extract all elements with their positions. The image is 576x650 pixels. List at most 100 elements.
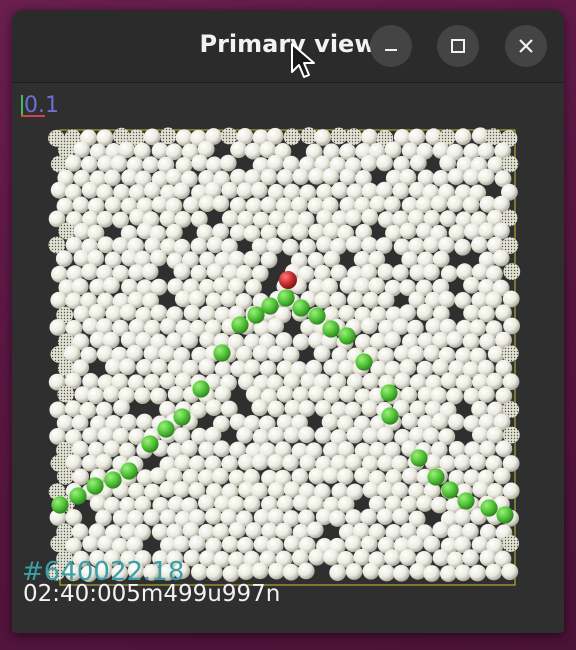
particle bbox=[95, 453, 113, 471]
particle bbox=[64, 400, 82, 417]
path-particle bbox=[51, 496, 69, 514]
boundary-particle bbox=[454, 128, 472, 146]
particle bbox=[104, 196, 122, 214]
particle bbox=[173, 182, 190, 200]
app-window: Primary view 0.1 #640022.18 02:40:005m49… bbox=[12, 10, 564, 633]
boundary-particle bbox=[55, 250, 73, 267]
particle bbox=[454, 238, 472, 256]
path-particle bbox=[427, 468, 445, 486]
particle bbox=[81, 263, 98, 281]
particle bbox=[353, 548, 371, 566]
particle bbox=[314, 427, 332, 444]
particle bbox=[423, 263, 440, 281]
particle bbox=[167, 386, 185, 403]
particle bbox=[362, 291, 380, 309]
boundary-particle bbox=[57, 385, 75, 403]
particle bbox=[181, 440, 198, 457]
particle bbox=[377, 426, 394, 444]
particle bbox=[454, 454, 471, 471]
particle bbox=[463, 168, 481, 186]
particle bbox=[251, 562, 269, 580]
particle bbox=[384, 331, 401, 349]
particle bbox=[212, 467, 229, 485]
particle bbox=[136, 413, 153, 431]
particle bbox=[119, 304, 137, 321]
particle bbox=[183, 196, 200, 214]
path-particle bbox=[480, 499, 498, 517]
boundary-particle bbox=[361, 128, 378, 146]
boundary-particle bbox=[501, 563, 519, 581]
maximize-button[interactable] bbox=[437, 25, 479, 67]
particle bbox=[220, 290, 238, 308]
particle bbox=[399, 549, 417, 566]
particle bbox=[423, 535, 441, 553]
particle bbox=[173, 535, 190, 553]
particle bbox=[329, 510, 346, 527]
particle bbox=[360, 317, 378, 335]
particle bbox=[245, 278, 262, 296]
path-particle bbox=[104, 471, 122, 489]
particle bbox=[82, 535, 99, 553]
particle bbox=[244, 142, 262, 160]
path-particle bbox=[380, 384, 398, 402]
path-particle bbox=[192, 380, 210, 398]
particle bbox=[422, 236, 440, 254]
boundary-particle bbox=[283, 128, 301, 146]
particle bbox=[322, 467, 340, 484]
boundary-particle bbox=[50, 291, 68, 309]
particle bbox=[392, 564, 410, 582]
particle bbox=[463, 304, 480, 322]
particle-scene[interactable] bbox=[12, 83, 564, 633]
boundary-particle bbox=[330, 127, 348, 145]
particle bbox=[141, 263, 159, 280]
boundary-particle bbox=[502, 535, 519, 552]
particle bbox=[103, 385, 120, 403]
particle bbox=[143, 182, 161, 199]
particle bbox=[438, 291, 456, 308]
particle bbox=[206, 564, 223, 581]
particle bbox=[65, 154, 82, 172]
minimize-button[interactable] bbox=[370, 25, 412, 67]
particle bbox=[65, 509, 83, 526]
particle bbox=[432, 549, 450, 567]
boundary-particle bbox=[503, 263, 521, 280]
particle bbox=[173, 481, 191, 498]
particle bbox=[143, 509, 161, 526]
particle bbox=[243, 250, 261, 268]
particle bbox=[149, 467, 167, 484]
particle bbox=[97, 535, 115, 553]
close-button[interactable] bbox=[505, 25, 547, 67]
particle bbox=[119, 358, 136, 376]
particle bbox=[183, 304, 201, 322]
particle bbox=[471, 236, 488, 254]
boundary-particle bbox=[56, 467, 74, 485]
simulation-viewport[interactable]: 0.1 #640022.18 02:40:005m499u997n bbox=[12, 83, 564, 633]
particle bbox=[339, 277, 357, 294]
title-bar[interactable]: Primary view bbox=[12, 10, 564, 83]
path-particle bbox=[308, 307, 326, 325]
particle bbox=[205, 399, 223, 416]
particle bbox=[454, 564, 472, 582]
particle bbox=[339, 385, 356, 403]
particle bbox=[276, 385, 294, 403]
particle bbox=[298, 400, 316, 417]
particle bbox=[430, 195, 448, 213]
boundary-particle bbox=[314, 129, 332, 146]
particle bbox=[206, 236, 224, 254]
particle bbox=[268, 562, 285, 580]
particle bbox=[416, 495, 434, 512]
path-particle bbox=[86, 477, 104, 495]
path-particle bbox=[457, 492, 475, 510]
particle bbox=[221, 536, 239, 553]
particle bbox=[469, 453, 487, 471]
particle bbox=[230, 141, 248, 159]
particle bbox=[292, 494, 310, 512]
particle bbox=[308, 385, 325, 403]
particle bbox=[377, 291, 395, 309]
particle bbox=[384, 549, 401, 566]
particle bbox=[329, 564, 347, 581]
particle bbox=[219, 154, 237, 172]
particle bbox=[191, 563, 208, 581]
particle bbox=[236, 426, 254, 444]
particle bbox=[212, 195, 230, 212]
